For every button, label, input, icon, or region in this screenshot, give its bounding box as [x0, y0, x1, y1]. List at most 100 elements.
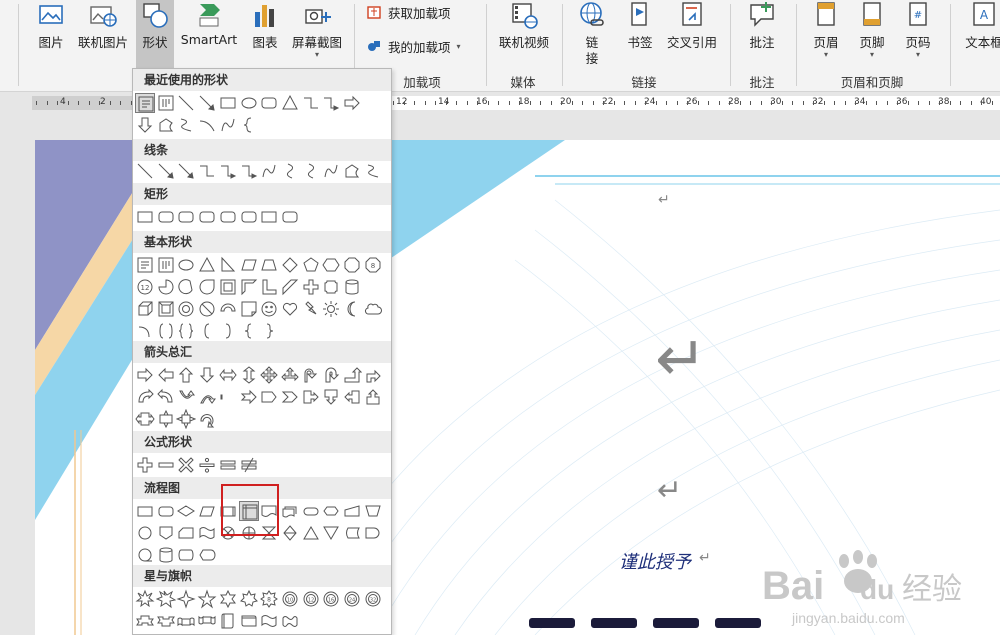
- shape-rrect-icon[interactable]: [259, 93, 279, 113]
- shape-star6-icon[interactable]: [218, 589, 238, 609]
- shape-scroll-h-icon[interactable]: [239, 611, 259, 631]
- shape-star10-icon[interactable]: 10: [280, 589, 300, 609]
- shape-fc-ext-icon[interactable]: [301, 523, 321, 543]
- footer-button[interactable]: 页脚 ▾: [852, 0, 892, 64]
- shape-rect-icon[interactable]: [218, 93, 238, 113]
- shape-star16-icon[interactable]: 16: [321, 589, 341, 609]
- shape-star32-icon[interactable]: 32: [363, 589, 383, 609]
- shape-bent-u-icon[interactable]: [301, 365, 321, 385]
- shape-frame-icon[interactable]: [218, 277, 238, 297]
- shape-lbrace-icon[interactable]: [239, 321, 259, 341]
- page-number-button[interactable]: # 页码 ▾: [898, 0, 938, 64]
- shape-a4-icon[interactable]: [259, 365, 279, 385]
- shape-fc-sort-icon[interactable]: [280, 523, 300, 543]
- shape-fc-direct-icon[interactable]: [176, 545, 196, 565]
- shape-cur-l-icon[interactable]: [156, 387, 176, 407]
- shape-brace-icon[interactable]: [239, 115, 259, 135]
- shape-explo1-icon[interactable]: [135, 589, 155, 609]
- shape-callout-r-icon[interactable]: [301, 387, 321, 407]
- shape-eq-eq-icon[interactable]: [218, 455, 238, 475]
- shape-callout-d-icon[interactable]: [321, 387, 341, 407]
- shape-fc-alt-icon[interactable]: [156, 501, 176, 521]
- shape-eq-mul-icon[interactable]: [176, 455, 196, 475]
- shape-rbracket-icon[interactable]: [218, 321, 238, 341]
- shape-eq-div-icon[interactable]: [197, 455, 217, 475]
- shape-cur-r-icon[interactable]: [135, 387, 155, 407]
- shape-fc-proc-icon[interactable]: [135, 501, 155, 521]
- shape-elbow-icon[interactable]: [197, 161, 217, 181]
- shape-star24-icon[interactable]: 24: [342, 589, 362, 609]
- shape-arc-icon[interactable]: [197, 115, 217, 135]
- shape-fc-man-op-icon[interactable]: [363, 501, 383, 521]
- shape-pent-a-icon[interactable]: [259, 387, 279, 407]
- shape-fc-seq-icon[interactable]: [135, 545, 155, 565]
- shape-pie-icon[interactable]: [156, 277, 176, 297]
- online-picture-button[interactable]: 联机图片: [74, 0, 132, 64]
- shape-star8n-icon[interactable]: 8: [259, 589, 279, 609]
- shape-elbow-icon[interactable]: [301, 93, 321, 113]
- shape-callout-l-icon[interactable]: [342, 387, 362, 407]
- shape-chord-icon[interactable]: [176, 277, 196, 297]
- shape-can-icon[interactable]: [342, 277, 362, 297]
- shape-scurve-icon[interactable]: [301, 161, 321, 181]
- shape-dbrk-icon[interactable]: [156, 321, 176, 341]
- shape-circ-a-icon[interactable]: [197, 409, 217, 429]
- shape-scribble-icon[interactable]: [176, 115, 196, 135]
- shape-cur-d-icon[interactable]: [197, 387, 217, 407]
- shape-larc-icon[interactable]: [135, 321, 155, 341]
- comment-button[interactable]: 批注: [742, 0, 782, 64]
- shape-callout-u-d-icon[interactable]: [156, 409, 176, 429]
- shape-bevel-icon[interactable]: [156, 299, 176, 319]
- shape-fc-merge-icon[interactable]: [321, 523, 341, 543]
- shape-eq-minus-icon[interactable]: [156, 455, 176, 475]
- shape-textbox-icon[interactable]: [135, 255, 155, 275]
- shape-elbowa-icon[interactable]: [218, 161, 238, 181]
- shape-elbowa-icon[interactable]: [239, 161, 259, 181]
- shape-cube-icon[interactable]: [135, 299, 155, 319]
- shape-rrect-icon[interactable]: [176, 207, 196, 227]
- shape-rbrace-icon[interactable]: [259, 321, 279, 341]
- shape-para-icon[interactable]: [239, 255, 259, 275]
- my-addins-button[interactable]: 我的加载项 ▾: [366, 36, 461, 56]
- shape-a-l-r-icon[interactable]: [218, 365, 238, 385]
- shape-curve-icon[interactable]: [259, 161, 279, 181]
- shape-wave-icon[interactable]: [259, 611, 279, 631]
- header-dropdown-icon[interactable]: ▾: [806, 50, 846, 59]
- shape-vtext-icon[interactable]: [156, 255, 176, 275]
- shape-a3-icon[interactable]: [280, 365, 300, 385]
- shape-vtext-icon[interactable]: [156, 93, 176, 113]
- shape-lshape-icon[interactable]: [259, 277, 279, 297]
- textbox-button[interactable]: A 文本框: [958, 0, 1000, 64]
- shape-elbowa-icon[interactable]: [321, 93, 341, 113]
- shape-cur-u-icon[interactable]: [176, 387, 196, 407]
- shape-donut-icon[interactable]: [176, 299, 196, 319]
- shape-stripe-a-icon[interactable]: [218, 387, 238, 407]
- header-button[interactable]: 页眉 ▾: [806, 0, 846, 64]
- shape-fc-prep-icon[interactable]: [321, 501, 341, 521]
- shape-fc-conn-icon[interactable]: [135, 523, 155, 543]
- shape-blockarc-icon[interactable]: [218, 299, 238, 319]
- shape-plus-icon[interactable]: [301, 277, 321, 297]
- footer-dropdown-icon[interactable]: ▾: [852, 50, 892, 59]
- shape-diagstripe-icon[interactable]: [280, 277, 300, 297]
- shape-oval-icon[interactable]: [176, 255, 196, 275]
- cross-reference-button[interactable]: 交叉引用: [662, 0, 722, 64]
- shape-num12-icon[interactable]: 12: [135, 277, 155, 297]
- shape-scurve-icon[interactable]: [280, 161, 300, 181]
- shape-rrect-icon[interactable]: [280, 207, 300, 227]
- shape-callout-quad-icon[interactable]: [176, 409, 197, 429]
- shape-rrect-icon[interactable]: [156, 207, 176, 227]
- shape-curve-icon[interactable]: [218, 115, 238, 135]
- shape-eq-ne-icon[interactable]: [239, 455, 259, 475]
- shape-fc-off-icon[interactable]: [156, 523, 176, 543]
- shape-oct-icon[interactable]: [342, 255, 362, 275]
- shape-no-sym-icon[interactable]: [197, 299, 217, 319]
- shape-fc-delay-icon[interactable]: [363, 523, 383, 543]
- shape-heart-icon[interactable]: [280, 299, 300, 319]
- shape-textbox-icon[interactable]: [135, 93, 155, 113]
- shape-rrect-icon[interactable]: [239, 207, 259, 227]
- screenshot-dropdown-icon[interactable]: ▾: [286, 50, 348, 59]
- page-number-dropdown-icon[interactable]: ▾: [898, 50, 938, 59]
- shape-fc-mag-icon[interactable]: [156, 545, 176, 565]
- shape-callout-l-r-icon[interactable]: [135, 409, 155, 429]
